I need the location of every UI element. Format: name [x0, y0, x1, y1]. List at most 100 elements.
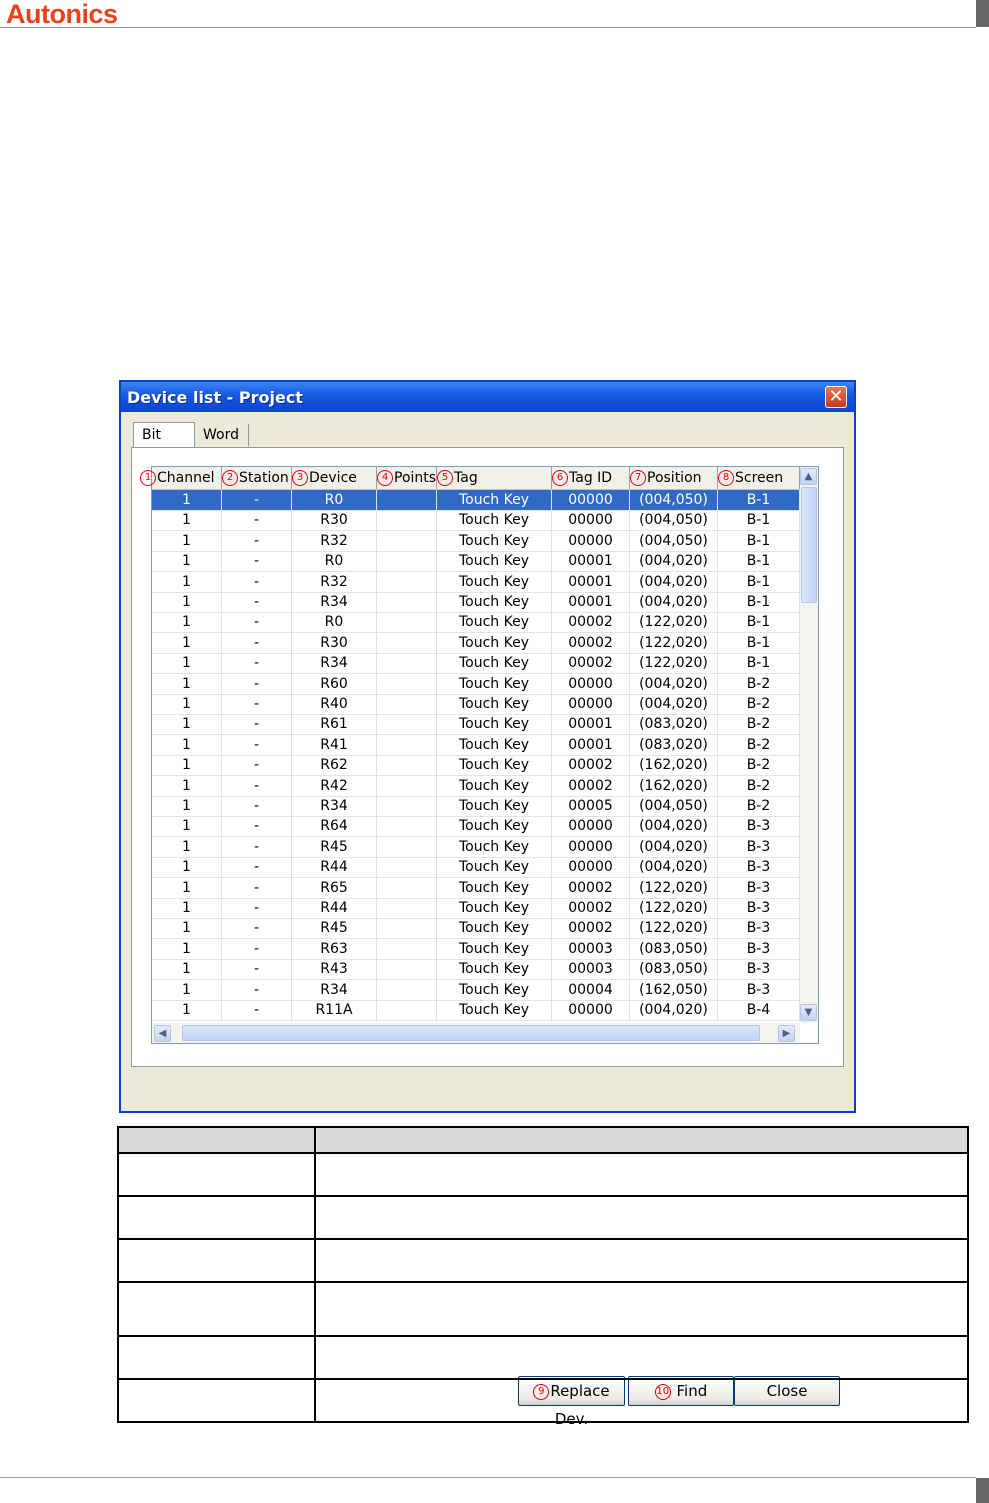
cell-screen: B-2	[718, 775, 800, 796]
close-icon[interactable]: ✕	[825, 386, 847, 408]
table-row[interactable]: 1- R63 Touch Key 00003 (083,050) B-3	[152, 938, 800, 960]
cell-tag: Touch Key	[437, 816, 552, 837]
cell-tag-id: 00002	[552, 653, 630, 674]
table-row[interactable]: 1- R43 Touch Key 00003 (083,050) B-3	[152, 959, 800, 981]
table-row[interactable]: 1- R32 Touch Key 00001 (004,020) B-1	[152, 571, 800, 593]
scroll-up-icon[interactable]: ▲	[800, 468, 817, 485]
scroll-left-icon[interactable]: ◀	[154, 1025, 171, 1042]
cell-station: -	[222, 592, 292, 612]
table-row[interactable]: 1- R60 Touch Key 00000 (004,020) B-2	[152, 673, 800, 695]
table-row[interactable]: 1- R45 Touch Key 00000 (004,020) B-3	[152, 836, 800, 858]
tab-word[interactable]: Word	[195, 424, 249, 446]
table-row[interactable]: 1- R45 Touch Key 00002 (122,020) B-3	[152, 918, 800, 940]
scroll-down-icon[interactable]: ▼	[800, 1004, 817, 1021]
cell-station: -	[222, 734, 292, 755]
table-row[interactable]: 1- R44 Touch Key 00002 (122,020) B-3	[152, 898, 800, 919]
cell-channel: 1	[152, 877, 222, 898]
cell-points	[377, 938, 437, 959]
cell-device: R43	[292, 959, 377, 980]
column-header-tag-id[interactable]: 6 Tag ID	[552, 467, 630, 489]
cell-tag: Touch Key	[437, 632, 552, 653]
cell-position: (004,020)	[630, 816, 718, 837]
column-header-channel[interactable]: 1 Channel	[140, 467, 222, 489]
column-header-position[interactable]: 7 Position	[630, 467, 718, 489]
table-row[interactable]: 1- R0 Touch Key 00000 (004,050) B-1	[152, 490, 800, 511]
column-header-label: Points	[394, 470, 437, 486]
cell-points	[377, 653, 437, 674]
table-row[interactable]: 1- R11A Touch Key 00000 (004,020) B-4	[152, 1000, 800, 1021]
table-row[interactable]: 1- R34 Touch Key 00005 (004,050) B-2	[152, 796, 800, 817]
cell-tag-id: 00000	[552, 816, 630, 837]
title-bar[interactable]: Device list - Project ✕	[121, 382, 854, 412]
table-row[interactable]: 1- R41 Touch Key 00001 (083,020) B-2	[152, 734, 800, 756]
table-row[interactable]: 1- R44 Touch Key 00000 (004,020) B-3	[152, 857, 800, 879]
cell-screen: B-2	[718, 714, 800, 735]
cell-device: R30	[292, 510, 377, 531]
cell-points	[377, 877, 437, 898]
table-row[interactable]: 1- R32 Touch Key 00000 (004,050) B-1	[152, 530, 800, 552]
table-row[interactable]: 1- R0 Touch Key 00001 (004,020) B-1	[152, 551, 800, 573]
cell-device: R63	[292, 938, 377, 959]
cell-device: R34	[292, 979, 377, 1000]
cell-tag-id: 00001	[552, 571, 630, 592]
cell-station: -	[222, 673, 292, 694]
cell-screen: B-2	[718, 796, 800, 816]
scroll-right-icon[interactable]: ▶	[778, 1025, 795, 1042]
cell-screen: B-2	[718, 755, 800, 776]
table-row[interactable]: 1- R42 Touch Key 00002 (162,020) B-2	[152, 775, 800, 797]
table-row[interactable]: 1- R34 Touch Key 00001 (004,020) B-1	[152, 592, 800, 613]
cell-station: -	[222, 775, 292, 796]
cell-tag-id: 00002	[552, 612, 630, 633]
cell-tag: Touch Key	[437, 979, 552, 1000]
table-row[interactable]: 1- R40 Touch Key 00000 (004,020) B-2	[152, 694, 800, 715]
vertical-scrollbar[interactable]: ▲ ▼	[800, 467, 818, 1023]
cell-station: -	[222, 653, 292, 674]
column-header-tag[interactable]: 5 Tag	[437, 467, 552, 489]
column-header-screen[interactable]: 8 Screen	[718, 467, 800, 489]
cell-station: -	[222, 918, 292, 939]
cell-station: -	[222, 714, 292, 735]
description-cell	[117, 1152, 316, 1197]
table-row[interactable]: 1- R30 Touch Key 00000 (004,050) B-1	[152, 510, 800, 532]
cell-screen: B-2	[718, 673, 800, 694]
table-row[interactable]: 1- R0 Touch Key 00002 (122,020) B-1	[152, 612, 800, 634]
table-row[interactable]: 1- R61 Touch Key 00001 (083,020) B-2	[152, 714, 800, 736]
column-header-label: Screen	[735, 470, 784, 486]
description-row	[117, 1281, 969, 1337]
device-list-dialog: Device list - Project ✕ Bit Word 1 Channe…	[119, 380, 856, 1428]
table-row[interactable]: 1- R62 Touch Key 00002 (162,020) B-2	[152, 755, 800, 777]
cell-station: -	[222, 938, 292, 959]
horizontal-scrollbar[interactable]: ◀ ▶	[152, 1023, 800, 1043]
column-header-station[interactable]: 2 Station	[222, 467, 292, 489]
description-cell	[314, 1281, 969, 1337]
table-row[interactable]: 1- R34 Touch Key 00004 (162,050) B-3	[152, 979, 800, 1001]
cell-tag-id: 00000	[552, 673, 630, 694]
cell-tag-id: 00002	[552, 877, 630, 898]
cell-tag: Touch Key	[437, 694, 552, 714]
cell-points	[377, 796, 437, 816]
cell-device: R41	[292, 734, 377, 755]
table-row[interactable]: 1- R34 Touch Key 00002 (122,020) B-1	[152, 653, 800, 675]
column-header-device[interactable]: 3 Device	[292, 467, 377, 489]
horizontal-scroll-thumb[interactable]	[182, 1025, 760, 1041]
cell-position: (004,020)	[630, 673, 718, 694]
description-row	[117, 1195, 969, 1240]
vertical-scroll-thumb[interactable]	[801, 487, 817, 603]
cell-position: (122,020)	[630, 877, 718, 898]
tab-bit[interactable]: Bit	[133, 422, 195, 448]
cell-screen: B-1	[718, 653, 800, 674]
cell-channel: 1	[152, 1000, 222, 1020]
column-header-points[interactable]: 4 Points	[377, 467, 437, 489]
table-row[interactable]: 1- R64 Touch Key 00000 (004,020) B-3	[152, 816, 800, 838]
column-header-label: Position	[647, 470, 702, 486]
table-row[interactable]: 1- R30 Touch Key 00002 (122,020) B-1	[152, 632, 800, 654]
cell-tag: Touch Key	[437, 857, 552, 878]
cell-device: R65	[292, 877, 377, 898]
cell-tag-id: 00001	[552, 592, 630, 612]
table-row[interactable]: 1- R65 Touch Key 00002 (122,020) B-3	[152, 877, 800, 899]
cell-position: (004,050)	[630, 796, 718, 816]
cell-channel: 1	[152, 918, 222, 939]
cell-device: R34	[292, 653, 377, 674]
cell-screen: B-3	[718, 959, 800, 980]
description-row	[117, 1335, 969, 1380]
